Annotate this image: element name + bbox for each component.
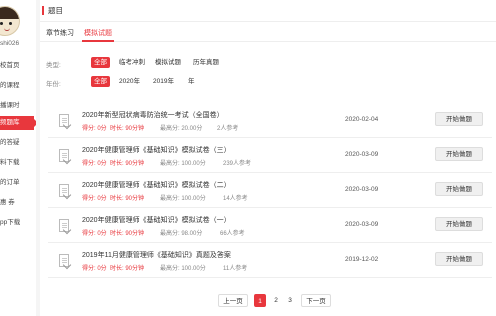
exam-duration: 时长: 90分钟 [110, 161, 145, 167]
next-page-button[interactable]: 下一页 [301, 294, 331, 307]
year-chip-2019[interactable]: 2019年 [150, 76, 177, 87]
year-chip-all[interactable]: 全部 [91, 76, 110, 87]
sidebar-item-qa[interactable]: 的答疑 [0, 136, 36, 150]
document-icon [59, 219, 69, 232]
exam-score: 得分: 0分 [82, 126, 107, 132]
exam-duration: 时长: 90分钟 [110, 231, 145, 237]
exam-title[interactable]: 2020年健康管理师《基础知识》模拟试卷（三） [82, 145, 231, 155]
page-header: 题目 [40, 0, 496, 22]
exam-date: 2020-03-09 [345, 151, 379, 158]
page-button-2[interactable]: 2 [270, 294, 282, 307]
avatar[interactable] [0, 6, 20, 36]
tab-mock-exams[interactable]: 模拟试题 [84, 28, 112, 38]
type-chip-sprint[interactable]: 临考冲刺 [116, 57, 148, 68]
exam-max-score: 最高分: 100.00分 [160, 196, 206, 202]
sidebar: shi026 校首页 的课程 播课时 频题库 的答疑 料下载 的订单 惠 券 p… [0, 0, 36, 316]
type-chip-past[interactable]: 历年真题 [190, 57, 222, 68]
start-exam-button[interactable]: 开始做题 [435, 252, 483, 266]
start-exam-button[interactable]: 开始做题 [435, 217, 483, 231]
page-button-1[interactable]: 1 [254, 294, 266, 307]
page-button-3[interactable]: 3 [284, 294, 296, 307]
tab-bar: 章节练习 模拟试题 [40, 24, 496, 42]
avatar-hair [0, 7, 19, 19]
active-caret-icon [34, 119, 36, 127]
year-chip-2020[interactable]: 2020年 [116, 76, 143, 87]
exam-participants: 66人参考 [220, 231, 245, 237]
username: shi026 [0, 40, 20, 47]
header-accent-bar [42, 6, 44, 15]
exam-row: 2020年新型冠状病毒防治统一考试（全国卷） 得分: 0分 时长: 90分钟 最… [48, 104, 492, 138]
exam-participants: 11人参考 [223, 266, 248, 272]
exam-max-score: 最高分: 100.00分 [160, 266, 206, 272]
tab-active-underline [82, 40, 114, 42]
exam-title[interactable]: 2020年健康管理师《基础知识》模拟试卷（一） [82, 215, 231, 225]
document-icon [59, 149, 69, 162]
start-exam-button[interactable]: 开始做题 [435, 112, 483, 126]
start-exam-button[interactable]: 开始做题 [435, 182, 483, 196]
avatar-eye [0, 22, 3, 25]
sidebar-item-courses[interactable]: 的课程 [0, 79, 36, 93]
main-panel: 题目 章节练习 模拟试题 类型: 全部 临考冲刺 模拟试题 历年真题 年份: 全… [40, 0, 496, 316]
exam-score: 得分: 0分 [82, 196, 107, 202]
exam-score: 得分: 0分 [82, 231, 107, 237]
avatar-eye [9, 22, 12, 25]
type-chip-mock[interactable]: 模拟试题 [152, 57, 184, 68]
exam-title[interactable]: 2019年11月健康管理师《基础知识》真题及答案 [82, 250, 231, 260]
exam-participants: 239人参考 [223, 161, 252, 167]
sidebar-item-orders[interactable]: 的订单 [0, 176, 36, 190]
type-filter-label: 类型: [46, 62, 61, 69]
exam-row: 2019年11月健康管理师《基础知识》真题及答案 得分: 0分 时长: 90分钟… [48, 244, 492, 278]
exam-duration: 时长: 90分钟 [110, 266, 145, 272]
exam-title[interactable]: 2020年健康管理师《基础知识》模拟试卷（二） [82, 180, 231, 190]
exam-date: 2020-03-09 [345, 186, 379, 193]
sidebar-item-coupons[interactable]: 惠 券 [0, 196, 36, 210]
exam-row: 2020年健康管理师《基础知识》模拟试卷（三） 得分: 0分 时长: 90分钟 … [48, 139, 492, 173]
exam-date: 2019-12-02 [345, 256, 379, 263]
type-chip-all[interactable]: 全部 [91, 57, 110, 68]
prev-page-button[interactable]: 上一页 [218, 294, 248, 307]
exam-row: 2020年健康管理师《基础知识》模拟试卷（二） 得分: 0分 时长: 90分钟 … [48, 174, 492, 208]
document-icon [59, 254, 69, 267]
sidebar-item-downloads[interactable]: 料下载 [0, 156, 36, 170]
exam-max-score: 最高分: 98.00分 [160, 231, 203, 237]
start-exam-button[interactable]: 开始做题 [435, 147, 483, 161]
exam-score: 得分: 0分 [82, 266, 107, 272]
exam-date: 2020-03-09 [345, 221, 379, 228]
exam-row: 2020年健康管理师《基础知识》模拟试卷（一） 得分: 0分 时长: 90分钟 … [48, 209, 492, 243]
exam-participants: 2人参考 [217, 126, 239, 132]
sidebar-item-live[interactable]: 播课时 [0, 99, 36, 113]
exam-duration: 时长: 90分钟 [110, 196, 145, 202]
sidebar-item-question-bank[interactable]: 频题库 [0, 116, 34, 130]
exam-max-score: 最高分: 100.00分 [160, 161, 206, 167]
year-chip-other[interactable]: 年 [185, 76, 198, 87]
exam-date: 2020-02-04 [345, 116, 379, 123]
avatar-mouth [4, 28, 10, 31]
sidebar-item-home[interactable]: 校首页 [0, 59, 36, 73]
sidebar-item-app-download[interactable]: pp下载 [0, 216, 36, 230]
exam-participants: 14人参考 [223, 196, 248, 202]
exam-max-score: 最高分: 20.00分 [160, 126, 203, 132]
exam-score: 得分: 0分 [82, 161, 107, 167]
exam-title[interactable]: 2020年新型冠状病毒防治统一考试（全国卷） [82, 110, 224, 120]
year-filter-label: 年份: [46, 81, 61, 88]
tab-chapter-practice[interactable]: 章节练习 [46, 28, 74, 38]
document-icon [59, 184, 69, 197]
page-title: 题目 [48, 6, 63, 15]
document-icon [59, 114, 69, 127]
exam-duration: 时长: 90分钟 [110, 126, 145, 132]
